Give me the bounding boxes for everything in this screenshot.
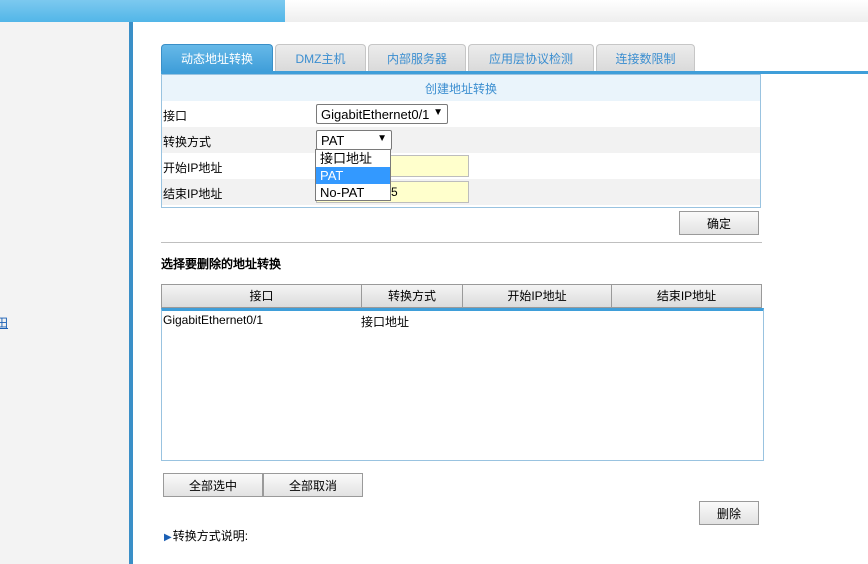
interface-label: 接口 bbox=[163, 109, 188, 123]
column-header-mode: 转换方式 bbox=[362, 285, 463, 307]
interface-row: 接口 GigabitEthernet0/1 ▼ bbox=[162, 101, 760, 127]
start-ip-label: 开始IP地址 bbox=[163, 161, 223, 175]
tab-internal-server[interactable]: 内部服务器 bbox=[368, 44, 466, 72]
end-ip-visible-text: 5 bbox=[391, 185, 398, 199]
interface-select[interactable]: GigabitEthernet0/1 ▼ bbox=[316, 104, 448, 124]
mode-explanation-label: 转换方式说明: bbox=[172, 529, 249, 543]
tab-dmz-host[interactable]: DMZ主机 bbox=[275, 44, 366, 72]
tab-connection-limit[interactable]: 连接数限制 bbox=[596, 44, 695, 72]
form-header: 创建地址转换 bbox=[162, 75, 760, 101]
mode-label: 转换方式 bbox=[163, 135, 212, 149]
deselect-all-button[interactable]: 全部取消 bbox=[263, 473, 363, 497]
mode-option-interface-address[interactable]: 接口地址 bbox=[316, 150, 390, 167]
left-nav-border bbox=[129, 22, 133, 564]
column-header-end-ip: 结束IP地址 bbox=[656, 289, 717, 303]
section-divider bbox=[161, 242, 762, 243]
mode-select[interactable]: PAT ▼ bbox=[316, 130, 392, 150]
left-nav-partial-link[interactable]: 田 bbox=[0, 314, 8, 331]
interface-select-value: GigabitEthernet0/1 bbox=[321, 106, 430, 122]
mode-option-pat[interactable]: PAT bbox=[316, 167, 390, 184]
top-banner-right bbox=[285, 0, 868, 22]
delete-section-title: 选择要删除的地址转换 bbox=[161, 257, 282, 271]
end-ip-label: 结束IP地址 bbox=[163, 187, 223, 201]
tab-dynamic-nat[interactable]: 动态地址转换 bbox=[161, 44, 273, 72]
confirm-button[interactable]: 确定 bbox=[679, 211, 759, 235]
end-ip-row: 结束IP地址 5 bbox=[162, 179, 760, 205]
create-nat-form: 创建地址转换 接口 GigabitEthernet0/1 ▼ 转换方式 PAT … bbox=[161, 74, 761, 208]
tab-alg-detection[interactable]: 应用层协议检测 bbox=[468, 44, 594, 72]
mode-option-no-pat[interactable]: No-PAT bbox=[316, 184, 390, 201]
delete-button[interactable]: 删除 bbox=[699, 501, 759, 525]
top-banner-left bbox=[0, 0, 285, 22]
cell-mode: 接口地址 bbox=[361, 315, 410, 329]
chevron-down-icon: ▼ bbox=[433, 107, 443, 118]
select-all-button[interactable]: 全部选中 bbox=[163, 473, 263, 497]
mode-select-value: PAT bbox=[321, 132, 345, 148]
start-ip-row: 开始IP地址 bbox=[162, 153, 760, 179]
mode-explanation-toggle[interactable]: ▶转换方式说明: bbox=[164, 527, 248, 544]
column-header-interface: 接口 bbox=[162, 285, 362, 307]
column-header-start-ip: 开始IP地址 bbox=[463, 285, 612, 307]
chevron-down-icon: ▼ bbox=[377, 133, 387, 144]
mode-dropdown-list: 接口地址 PAT No-PAT bbox=[315, 149, 391, 201]
cell-interface: GigabitEthernet0/1 bbox=[163, 313, 264, 327]
table-row[interactable]: GigabitEthernet0/1 接口地址 bbox=[162, 311, 762, 329]
mode-row: 转换方式 PAT ▼ bbox=[162, 127, 760, 153]
left-nav-panel: 田 bbox=[0, 22, 130, 564]
nat-table-body: GigabitEthernet0/1 接口地址 bbox=[161, 308, 764, 461]
nat-table-header: 接口 转换方式 开始IP地址 结束IP地址 bbox=[161, 284, 762, 308]
expand-arrow-icon: ▶ bbox=[164, 532, 172, 543]
